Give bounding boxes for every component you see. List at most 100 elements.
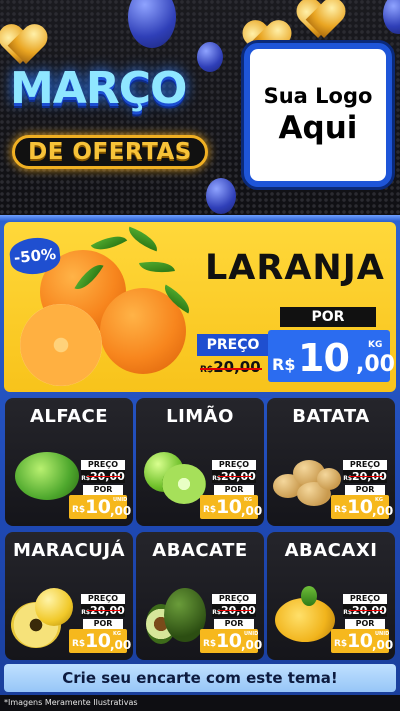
product-old-value-box: R$20,00 <box>212 604 256 617</box>
product-preco-label: PREÇO <box>212 594 256 604</box>
product-old-price: PREÇO R$20,00 <box>81 460 125 483</box>
orange-half-icon <box>20 304 102 386</box>
product-currency: R$ <box>203 505 217 515</box>
product-price-int: 10 <box>85 630 111 652</box>
product-old-value: 20,00 <box>352 604 387 617</box>
featured-old-price: R$20,00 <box>200 358 264 378</box>
product-old-value: 20,00 <box>221 470 256 483</box>
product-old-price: PREÇO R$20,00 <box>343 594 387 617</box>
product-name: MARACUJÁ <box>12 540 126 561</box>
product-unit: KG <box>113 631 121 637</box>
product-old-value: 20,00 <box>352 470 387 483</box>
cta-banner[interactable]: Crie seu encarte com este tema! <box>4 664 396 692</box>
featured-price-int: 10 <box>298 336 350 380</box>
product-old-value-box: R$20,00 <box>81 604 125 617</box>
product-name: LIMÃO <box>166 406 234 427</box>
featured-new-price: R$ 10 KG ,00 <box>268 330 395 382</box>
title-de-ofertas: DE OFERTAS <box>12 135 208 169</box>
product-price-dec: ,00 <box>372 638 394 652</box>
product-new-price: R$ 10 UNID ,00 <box>331 629 393 653</box>
product-unit: UNID <box>375 631 390 637</box>
product-new-price: R$ 10 UNID ,00 <box>69 495 131 519</box>
product-old-currency: R$ <box>212 609 221 616</box>
product-currency: R$ <box>72 505 86 515</box>
title-marco: MARÇO <box>10 63 187 114</box>
product-old-value: 20,00 <box>90 604 125 617</box>
product-new-price: R$ 10 KG ,00 <box>69 629 131 653</box>
product-new-price: R$ 10 UNID ,00 <box>200 629 262 653</box>
blue-balloon-icon <box>206 178 236 214</box>
product-image-icon <box>317 468 341 490</box>
gold-heart-balloon-icon <box>298 0 344 40</box>
featured-por-label: POR <box>280 307 376 327</box>
featured-old-value: 20,00 <box>213 358 261 376</box>
product-price-int: 10 <box>347 496 373 518</box>
product-por-label: POR <box>83 485 123 495</box>
product-card[interactable]: MARACUJÁ PREÇO R$20,00 POR R$ 10 KG ,00 <box>5 532 133 660</box>
product-price-dec: ,00 <box>372 504 394 518</box>
logo-line2: Aqui <box>278 110 358 146</box>
product-old-value-box: R$20,00 <box>343 604 387 617</box>
product-price-dec: ,00 <box>110 638 132 652</box>
product-price-dec: ,00 <box>110 504 132 518</box>
product-por-label: POR <box>83 619 123 629</box>
product-unit: KG <box>244 497 252 503</box>
blue-balloon-icon <box>128 0 176 48</box>
disclaimer-text: *Imagens Meramente Ilustrativas <box>4 698 138 707</box>
logo-line1: Sua Logo <box>263 84 373 108</box>
product-por-label: POR <box>345 619 385 629</box>
product-old-price: PREÇO R$20,00 <box>212 460 256 483</box>
featured-unit: KG <box>368 340 383 350</box>
product-new-price: R$ 10 KG ,00 <box>331 495 393 519</box>
product-price-int: 10 <box>347 630 373 652</box>
product-preco-label: PREÇO <box>212 460 256 470</box>
product-name: BATATA <box>292 406 370 427</box>
product-unit: KG <box>375 497 383 503</box>
header-banner: MARÇO DE OFERTAS Sua Logo Aqui <box>0 0 400 215</box>
blue-balloon-icon <box>383 0 400 34</box>
product-card[interactable]: BATATA PREÇO R$20,00 POR R$ 10 KG ,00 <box>267 398 395 526</box>
product-currency: R$ <box>334 505 348 515</box>
gold-heart-balloon-icon <box>0 26 46 66</box>
product-unit: UNID <box>113 497 128 503</box>
product-currency: R$ <box>72 639 86 649</box>
product-por-label: POR <box>214 619 254 629</box>
featured-price-dec: ,00 <box>356 352 395 377</box>
featured-old-currency: R$ <box>200 365 214 375</box>
product-old-currency: R$ <box>81 475 90 482</box>
product-old-value-box: R$20,00 <box>343 470 387 483</box>
product-card[interactable]: ABACAXI PREÇO R$20,00 POR R$ 10 UNID ,00 <box>267 532 395 660</box>
product-image-icon <box>15 452 79 500</box>
product-old-currency: R$ <box>81 609 90 616</box>
product-old-price: PREÇO R$20,00 <box>81 594 125 617</box>
product-price-int: 10 <box>216 496 242 518</box>
product-old-currency: R$ <box>212 475 221 482</box>
product-old-value: 20,00 <box>90 470 125 483</box>
product-price-dec: ,00 <box>241 638 263 652</box>
product-old-currency: R$ <box>343 609 352 616</box>
product-new-price: R$ 10 KG ,00 <box>200 495 262 519</box>
product-currency: R$ <box>203 639 217 649</box>
product-image-icon <box>301 586 317 606</box>
product-price-int: 10 <box>85 496 111 518</box>
logo-placeholder[interactable]: Sua Logo Aqui <box>244 43 392 187</box>
featured-preco-label: PREÇO <box>197 334 269 356</box>
product-preco-label: PREÇO <box>343 460 387 470</box>
product-card[interactable]: ABACATE PREÇO R$20,00 POR R$ 10 UNID ,00 <box>136 532 264 660</box>
product-old-price: PREÇO R$20,00 <box>343 460 387 483</box>
product-old-currency: R$ <box>343 475 352 482</box>
product-name: ABACAXI <box>284 540 378 561</box>
product-name: ALFACE <box>29 406 109 427</box>
product-old-value-box: R$20,00 <box>81 470 125 483</box>
product-currency: R$ <box>334 639 348 649</box>
product-preco-label: PREÇO <box>343 594 387 604</box>
product-preco-label: PREÇO <box>81 594 125 604</box>
title-de-ofertas-text: DE OFERTAS <box>28 139 192 165</box>
featured-currency: R$ <box>272 355 296 374</box>
product-card[interactable]: LIMÃO PREÇO R$20,00 POR R$ 10 KG ,00 <box>136 398 264 526</box>
product-por-label: POR <box>345 485 385 495</box>
product-por-label: POR <box>214 485 254 495</box>
product-old-price: PREÇO R$20,00 <box>212 594 256 617</box>
product-preco-label: PREÇO <box>81 460 125 470</box>
product-card[interactable]: ALFACE PREÇO R$20,00 POR R$ 10 UNID ,00 <box>5 398 133 526</box>
